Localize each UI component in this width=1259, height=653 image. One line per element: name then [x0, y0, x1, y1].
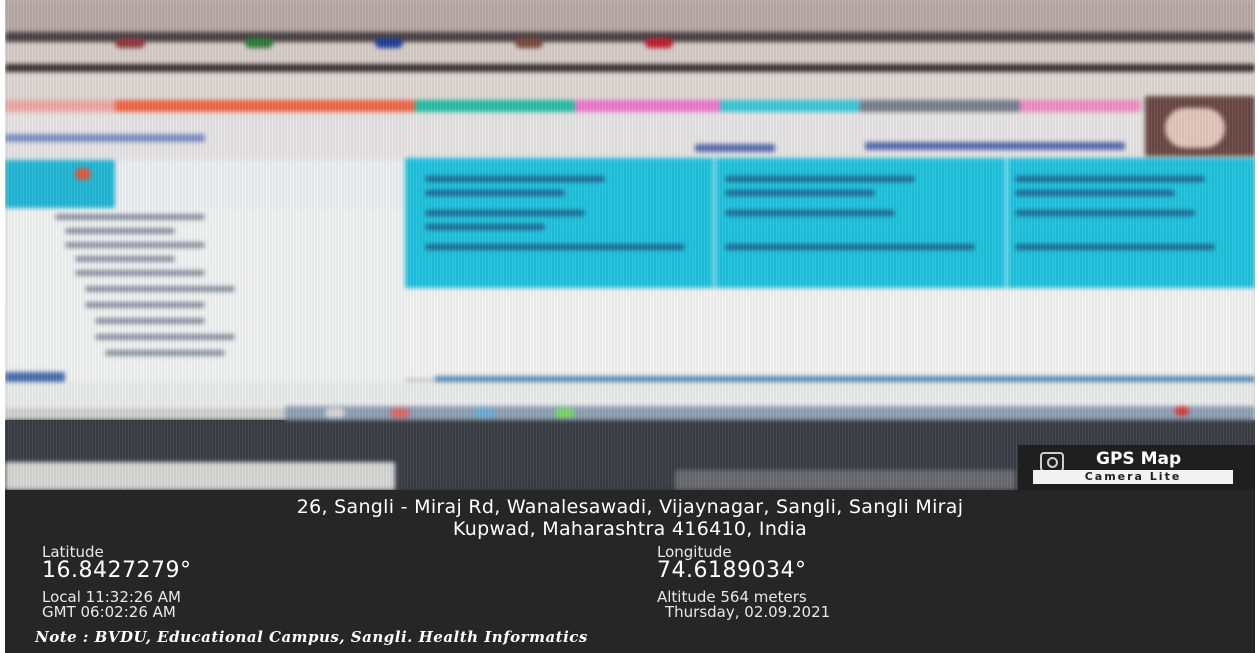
monitor-photo	[5, 0, 1255, 490]
badge-subtitle: Camera Lite	[1033, 470, 1233, 484]
longitude-value: 74.6189034°	[657, 558, 807, 583]
geotag-overlay: 26, Sangli - Miraj Rd, Wanalesawadi, Vij…	[5, 490, 1255, 653]
blurred-screen-content	[5, 0, 1255, 490]
address-line-1: 26, Sangli - Miraj Rd, Wanalesawadi, Vij…	[296, 496, 964, 518]
gps-map-camera-badge: GPS Map Camera Lite	[1018, 445, 1255, 490]
badge-title: GPS Map	[1096, 449, 1182, 469]
note: Note : BVDU, Educational Campus, Sangli.…	[35, 628, 588, 646]
address-line-2: Kupwad, Maharashtra 416410, India	[452, 518, 808, 540]
gmt-time: GMT 06:02:26 AM	[42, 603, 176, 621]
date: Thursday, 02.09.2021	[665, 603, 831, 621]
photo-frame: GPS Map Camera Lite 26, Sangli - Miraj R…	[5, 0, 1255, 653]
camera-icon	[1040, 452, 1064, 472]
address: 26, Sangli - Miraj Rd, Wanalesawadi, Vij…	[5, 496, 1255, 540]
latitude-value: 16.8427279°	[42, 558, 192, 583]
